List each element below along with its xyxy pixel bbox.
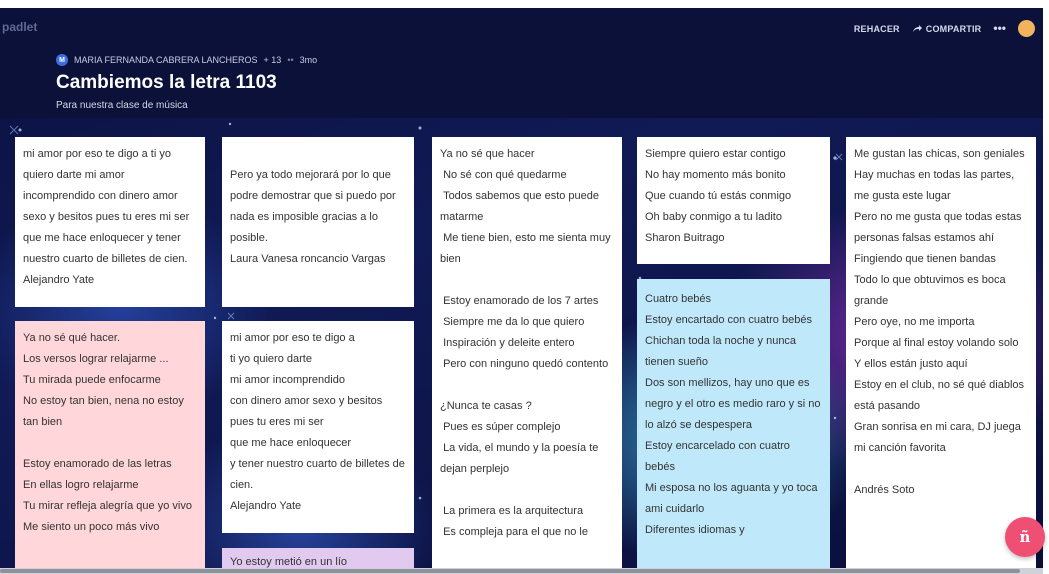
post-card[interactable]: Pero ya todo mejorará por lo que podre d… [222, 137, 414, 307]
post-card[interactable]: mi amor por eso te digo a ti yo quiero d… [15, 137, 205, 307]
separator-dots: •• [287, 55, 294, 65]
post-body: Ya no sé qué hacer. Los versos lograr re… [23, 332, 192, 533]
author-line: M MARIA FERNANDA CABRERA LANCHEROS + 13 … [56, 54, 317, 66]
post-body: Ya no sé que hacer No sé con qué quedarm… [440, 148, 611, 538]
more-menu-icon[interactable]: ••• [993, 22, 1006, 34]
post-card[interactable]: Cuatro bebés Estoy encartado con cuatro … [637, 279, 830, 568]
app-logo[interactable]: padlet [2, 20, 37, 34]
header: padlet REHACER COMPARTIR ••• M MARIA FER… [0, 8, 1043, 118]
horizontal-scrollbar[interactable] [0, 568, 1043, 574]
post-card[interactable]: Ya no sé que hacer No sé con qué quedarm… [432, 137, 622, 568]
page-subtitle: Para nuestra clase de música [56, 100, 188, 111]
share-button[interactable]: COMPARTIR [912, 24, 982, 34]
post-body: mi amor por eso te digo a ti yo quiero d… [23, 148, 193, 286]
scrollbar-thumb[interactable] [0, 569, 1020, 573]
contributor-count: + 13 [263, 55, 282, 65]
post-card[interactable]: Siempre quiero estar contigo No hay mome… [637, 137, 830, 264]
page-title: Cambiemos la letra 1103 [56, 72, 277, 93]
header-actions: REHACER COMPARTIR ••• [854, 20, 1035, 37]
author-avatar: M [56, 54, 68, 66]
user-avatar[interactable] [1018, 20, 1035, 37]
share-label: COMPARTIR [925, 23, 982, 34]
share-arrow-icon [912, 24, 922, 32]
padlet-window: padlet REHACER COMPARTIR ••• M MARIA FER… [0, 0, 1049, 574]
post-body: Siempre quiero estar contigo No hay mome… [645, 148, 792, 244]
post-body: Me gustan las chicas, son geniales Hay m… [854, 148, 1025, 496]
post-card[interactable]: Me gustan las chicas, son geniales Hay m… [846, 137, 1036, 568]
post-card[interactable]: Yo estoy metió en un lío [222, 548, 414, 568]
post-body: Cuatro bebés Estoy encartado con cuatro … [645, 293, 821, 536]
post-body: Pero ya todo mejorará por lo que podre d… [230, 169, 396, 265]
post-card[interactable]: mi amor por eso te digo a ti yo quiero d… [222, 321, 414, 533]
post-body: mi amor por eso te digo a ti yo quiero d… [230, 332, 405, 512]
post-time: 3mo [299, 55, 318, 65]
author-name[interactable]: MARIA FERNANDA CABRERA LANCHEROS [74, 55, 258, 65]
post-body: Yo estoy metió en un lío [230, 556, 348, 568]
add-post-button[interactable]: ñ [1005, 517, 1045, 557]
redo-button[interactable]: REHACER [854, 24, 900, 34]
post-card[interactable]: Ya no sé qué hacer. Los versos lograr re… [15, 321, 205, 568]
